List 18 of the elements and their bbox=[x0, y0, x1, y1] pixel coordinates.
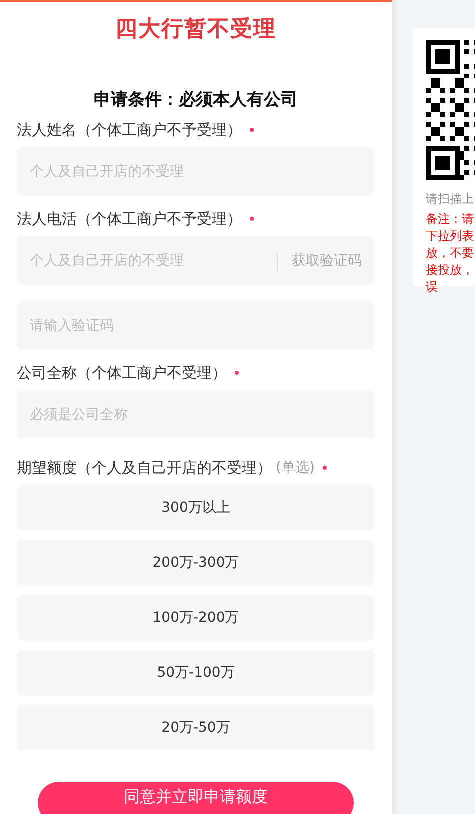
amount-option[interactable]: 100万-200万 bbox=[17, 595, 375, 641]
amount-option[interactable]: 20万-50万 bbox=[17, 705, 375, 751]
field-label: 期望额度（个人及自己开店的不受理） bbox=[17, 458, 272, 478]
submit-button[interactable]: 同意并立即申请额度 bbox=[38, 782, 354, 814]
hint-text: (单选) bbox=[276, 459, 315, 477]
qr-caption: 请扫描上 bbox=[426, 191, 475, 208]
field-label: 公司全称（个体工商户不受理） bbox=[17, 364, 227, 382]
form-heading: 申请条件：必须本人有公司 bbox=[93, 89, 299, 111]
amount-option[interactable]: 50万-100万 bbox=[17, 650, 375, 696]
banner-title: 四大行暂不受理 bbox=[116, 16, 276, 44]
input-field[interactable]: 必须是公司全称 bbox=[17, 390, 375, 439]
amount-option[interactable]: 300万以上 bbox=[17, 485, 375, 531]
note-text: 备注：请 下拉列表 放，不要 接投放， 误 bbox=[426, 211, 475, 296]
field-label: 法人电活（个体工商户不予受理） bbox=[17, 210, 242, 228]
field-label: 法人姓名（个体工商户不予受理） bbox=[17, 120, 242, 140]
input-field[interactable]: 个人及自己开店的不受理 bbox=[17, 147, 375, 196]
input-field[interactable]: 请输入验证码 bbox=[17, 301, 375, 350]
amount-option[interactable]: 200万-300万 bbox=[17, 540, 375, 586]
